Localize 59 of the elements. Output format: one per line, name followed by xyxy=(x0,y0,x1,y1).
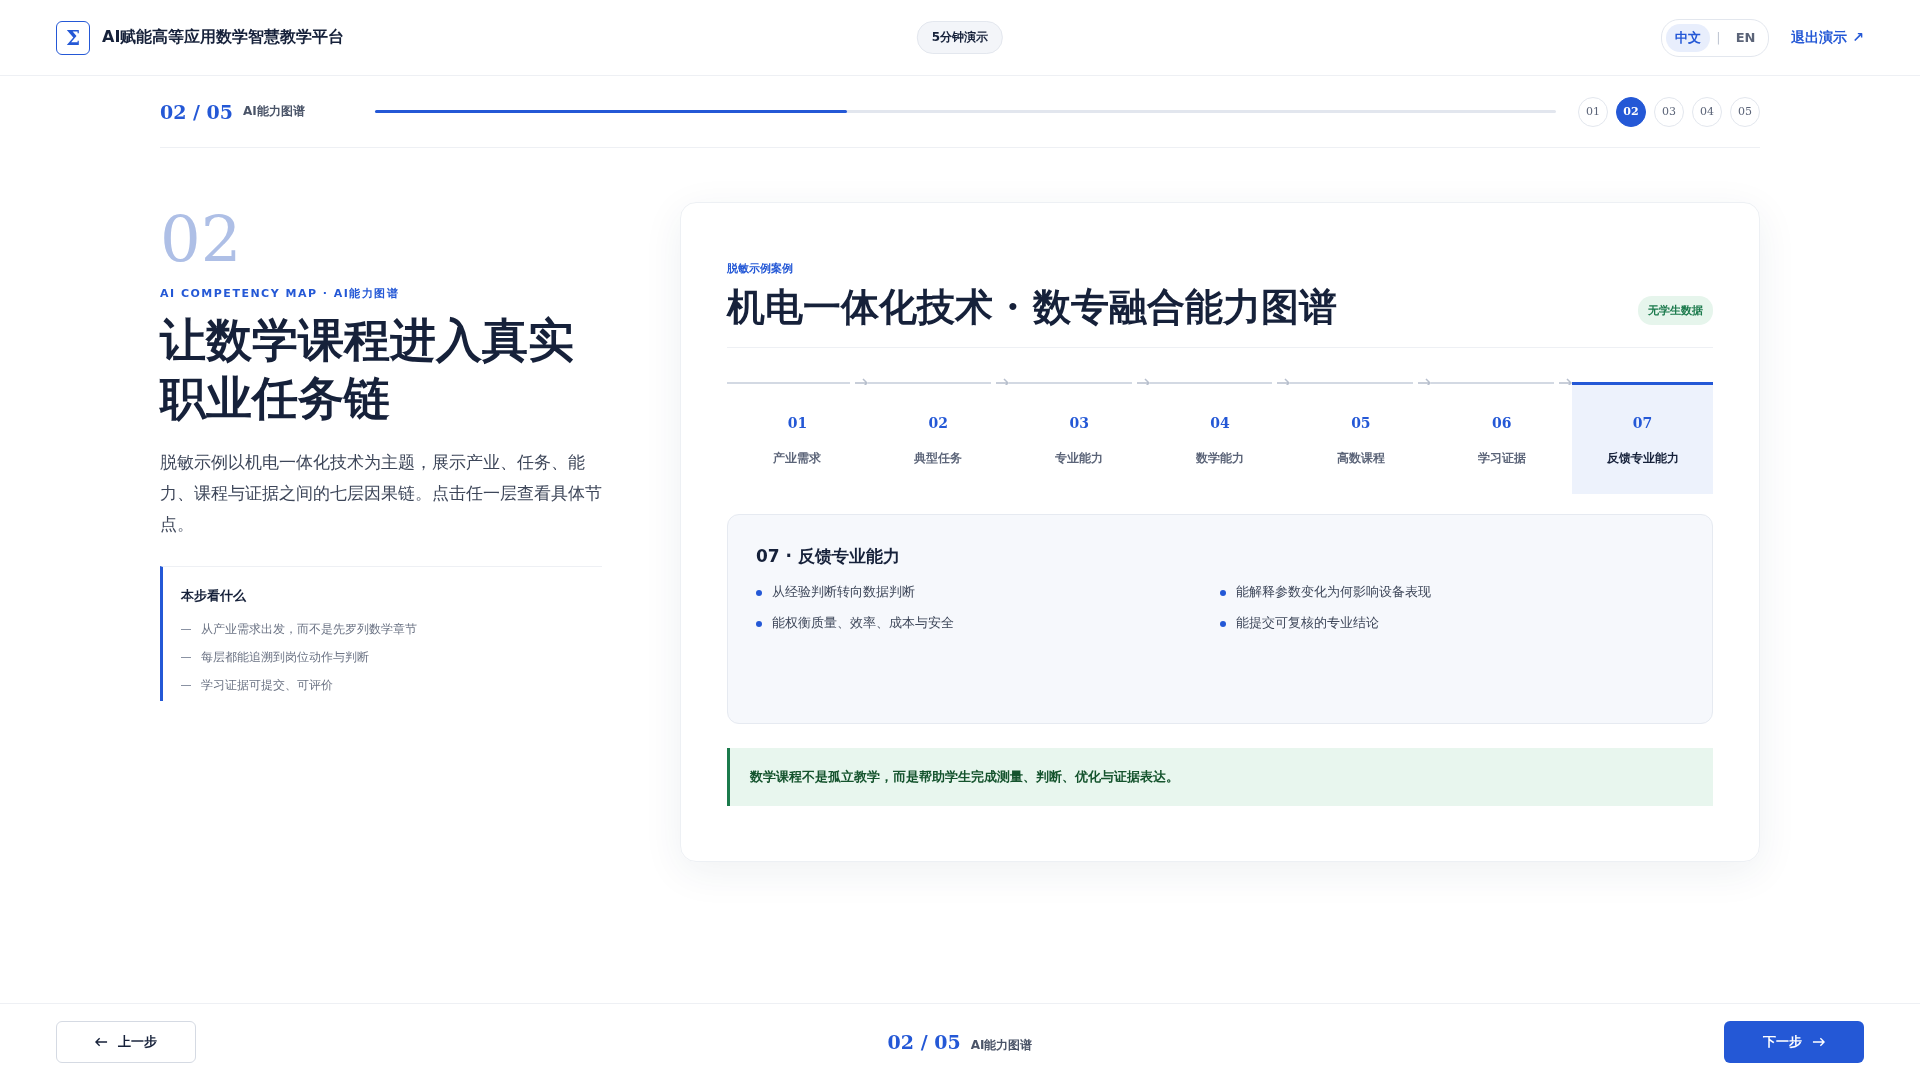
layer-label: 典型任务 xyxy=(914,451,963,466)
demo-badge: 5分钟演示 xyxy=(916,21,1004,54)
detail-point: 能提交可复核的专业结论 xyxy=(1236,615,1379,632)
language-option[interactable]: 中文 xyxy=(1666,23,1711,52)
focus-title: 本步看什么 xyxy=(181,587,247,605)
exit-link[interactable]: 退出演示 ↗ xyxy=(1791,28,1864,47)
bullet-icon xyxy=(756,589,762,596)
intro-paragraph: 脱敏示例以机电一体化技术为主题，展示产业、任务、能力、课程与证据之间的七层因果链。点击任一层查看具体节点。 xyxy=(160,451,602,536)
focus-item: 从产业需求出发，而不是先罗列数学章节 xyxy=(201,620,417,638)
app-title: AI赋能高等应用数学智慧教学平台 xyxy=(102,27,345,48)
step-button[interactable]: 03 xyxy=(1654,96,1684,127)
bullet-icon xyxy=(756,620,762,627)
bullet-icon xyxy=(1220,620,1226,627)
layer-number: 01 xyxy=(787,415,808,431)
card-kicker: 脱敏示例案例 xyxy=(727,261,794,276)
step-button[interactable]: 05 xyxy=(1730,96,1760,127)
dash-icon xyxy=(181,628,191,630)
step-counter: 02 / 05 xyxy=(887,1030,961,1053)
layer-label: 反馈专业能力 xyxy=(1606,451,1679,466)
step-counter: 02 / 05 xyxy=(160,100,234,123)
focus-item: 每层都能追溯到岗位动作与判断 xyxy=(201,648,369,666)
step-button[interactable]: 04 xyxy=(1692,96,1722,127)
layer-label: 专业能力 xyxy=(1055,451,1104,466)
bullet-icon xyxy=(1220,589,1226,596)
next-button[interactable]: 下一步 xyxy=(1724,1021,1864,1063)
section-kicker: AI COMPETENCY MAP · AI能力图谱 xyxy=(160,286,401,301)
step-label: AI能力图谱 xyxy=(970,1036,1033,1054)
layer-number: 03 xyxy=(1069,415,1089,431)
layer-number: 04 xyxy=(1210,415,1230,431)
language-option[interactable]: EN xyxy=(1726,25,1765,50)
privacy-badge: 无学生数据 xyxy=(1638,296,1713,325)
detail-point: 从经验判断转向数据判断 xyxy=(772,584,915,601)
focus-item: 学习证据可提交、可评价 xyxy=(201,676,333,694)
logo-icon: Σ xyxy=(56,20,90,55)
detail-point: 能权衡质量、效率、成本与安全 xyxy=(772,615,954,632)
step-button[interactable]: 01 xyxy=(1578,96,1608,127)
step-number: 02 xyxy=(160,208,243,272)
left-arrow-icon xyxy=(95,1037,108,1047)
layer-number: 02 xyxy=(928,415,949,431)
layer-label: 产业需求 xyxy=(773,451,822,466)
layer-tab[interactable]: 07 反馈专业能力 xyxy=(1572,385,1713,494)
layer-number: 05 xyxy=(1351,415,1371,431)
dash-icon xyxy=(181,656,191,658)
layer-number: 07 xyxy=(1632,415,1653,431)
layer-number: 06 xyxy=(1492,415,1512,431)
layer-label: 高数课程 xyxy=(1336,451,1385,466)
layer-label: 数学能力 xyxy=(1196,451,1244,466)
separator: | xyxy=(1716,30,1721,45)
step-label: AI能力图谱 xyxy=(243,103,305,120)
previous-button[interactable]: 上一步 xyxy=(56,1021,196,1063)
card-title: 机电一体化技术 · 数专融合能力图谱 xyxy=(727,283,1337,331)
summary-note: 数学课程不是孤立教学，而是帮助学生完成测量、判断、优化与证据表达。 xyxy=(727,748,1713,806)
right-arrow-icon xyxy=(1812,1037,1825,1047)
page-heading: 让数学课程进入真实职业任务链 xyxy=(160,312,575,427)
detail-point: 能解释参数变化为何影响设备表现 xyxy=(1236,584,1431,601)
layer-label: 学习证据 xyxy=(1477,451,1526,466)
dash-icon xyxy=(181,684,191,686)
detail-title: 07 · 反馈专业能力 xyxy=(756,545,901,568)
step-button[interactable]: 02 xyxy=(1616,96,1646,127)
